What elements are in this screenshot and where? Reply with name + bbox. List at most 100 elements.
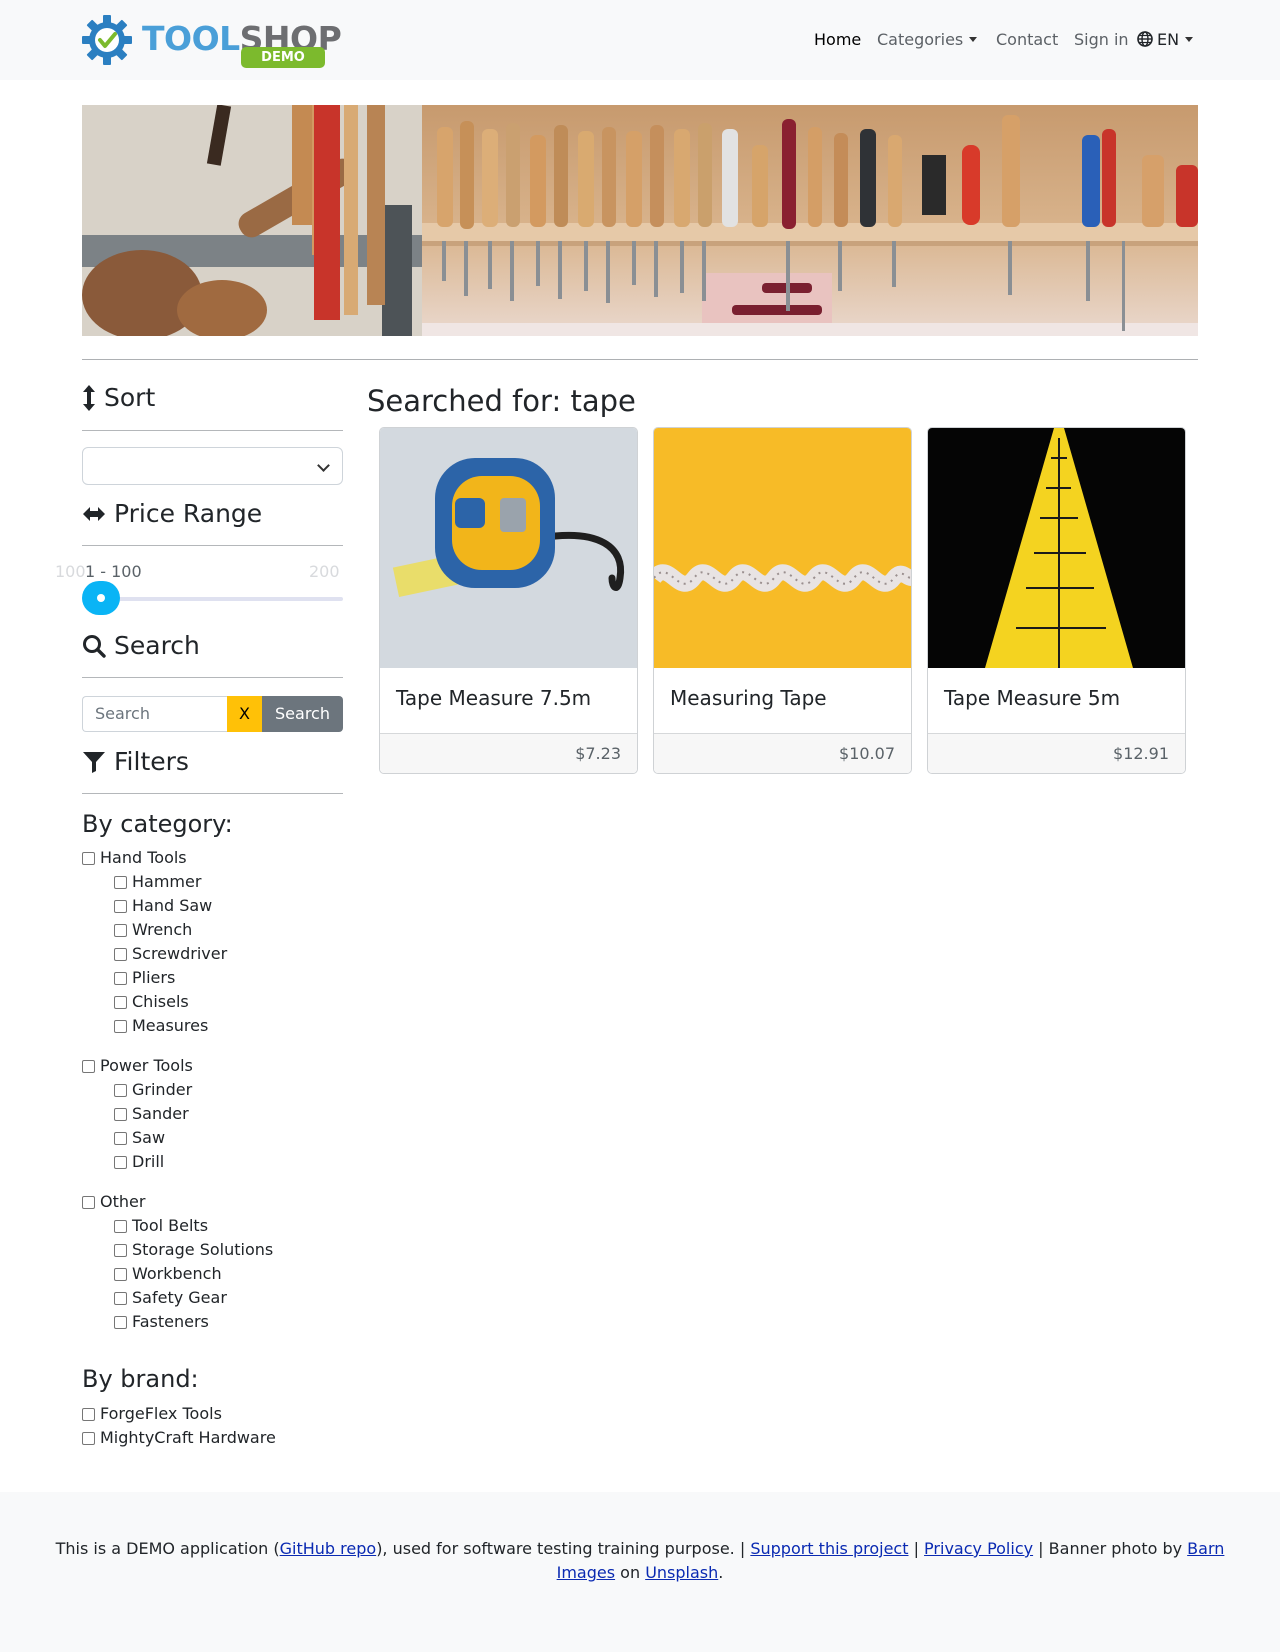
subcategory-label: Storage Solutions bbox=[132, 1240, 274, 1259]
price-slider-track[interactable] bbox=[82, 597, 343, 601]
subcategory-label: Fasteners bbox=[132, 1312, 209, 1331]
price-range-heading: Price Range bbox=[82, 499, 262, 529]
checkbox[interactable] bbox=[114, 1107, 127, 1121]
subcategory-checkbox-wrench[interactable]: Wrench bbox=[114, 919, 192, 941]
price-range-heading-label: Price Range bbox=[114, 499, 263, 528]
nav-home[interactable]: Home bbox=[814, 28, 861, 52]
product-title[interactable]: Tape Measure 7.5m bbox=[396, 685, 591, 711]
subcategory-checkbox-drill[interactable]: Drill bbox=[114, 1151, 164, 1173]
subcategory-label: Tool Belts bbox=[132, 1216, 209, 1235]
subcategory-checkbox-hand-saw[interactable]: Hand Saw bbox=[114, 895, 212, 917]
subcategory-checkbox-storage-solutions[interactable]: Storage Solutions bbox=[114, 1239, 273, 1261]
footer-text-4: on bbox=[615, 1563, 646, 1582]
subcategory-checkbox-measures[interactable]: Measures bbox=[114, 1015, 208, 1037]
checkbox[interactable] bbox=[114, 995, 127, 1009]
language-label: EN bbox=[1157, 30, 1180, 49]
subcategory-checkbox-grinder[interactable]: Grinder bbox=[114, 1079, 192, 1101]
language-dropdown[interactable]: EN bbox=[1137, 28, 1194, 52]
product-card[interactable]: Measuring Tape $10.07 bbox=[653, 427, 912, 774]
subcategory-checkbox-sander[interactable]: Sander bbox=[114, 1103, 189, 1125]
category-label: Hand Tools bbox=[100, 848, 187, 867]
category-checkbox-power-tools[interactable]: Power Tools bbox=[82, 1055, 193, 1077]
privacy-policy-link[interactable]: Privacy Policy bbox=[924, 1539, 1033, 1558]
nav-signin[interactable]: Sign in bbox=[1074, 28, 1129, 52]
github-repo-link[interactable]: GitHub repo bbox=[280, 1539, 377, 1558]
subcategory-checkbox-workbench[interactable]: Workbench bbox=[114, 1263, 222, 1285]
checkbox[interactable] bbox=[82, 1059, 95, 1073]
brand-logo[interactable]: TOOLSHOP DEMO bbox=[82, 12, 342, 68]
subcategory-checkbox-safety-gear[interactable]: Safety Gear bbox=[114, 1287, 227, 1309]
checkbox[interactable] bbox=[114, 1315, 127, 1329]
product-image bbox=[380, 428, 637, 668]
product-image bbox=[654, 428, 911, 668]
brand-part1: TOOL bbox=[142, 19, 240, 58]
subcategory-checkbox-fasteners[interactable]: Fasteners bbox=[114, 1311, 209, 1333]
checkbox[interactable] bbox=[114, 1131, 127, 1145]
checkbox[interactable] bbox=[114, 899, 127, 913]
search-submit-button[interactable]: Search bbox=[262, 696, 343, 732]
checkbox[interactable] bbox=[82, 1407, 95, 1421]
nav-categories-dropdown[interactable]: Categories bbox=[877, 28, 978, 52]
product-card-footer: $10.07 bbox=[654, 733, 911, 773]
unsplash-link[interactable]: Unsplash bbox=[645, 1563, 718, 1582]
filters-heading: Filters bbox=[82, 747, 189, 777]
subcategory-checkbox-chisels[interactable]: Chisels bbox=[114, 991, 189, 1013]
footer: This is a DEMO application (GitHub repo)… bbox=[0, 1492, 1280, 1652]
search-heading: Search bbox=[82, 631, 200, 661]
product-price: $7.23 bbox=[575, 744, 621, 763]
checkbox[interactable] bbox=[114, 1019, 127, 1033]
category-checkbox-other[interactable]: Other bbox=[82, 1191, 145, 1213]
subcategory-checkbox-tool-belts[interactable]: Tool Belts bbox=[114, 1215, 208, 1237]
price-slider-handle[interactable] bbox=[82, 581, 120, 615]
checkbox[interactable] bbox=[114, 1155, 127, 1169]
price-divider bbox=[82, 545, 343, 546]
category-checkbox-hand-tools[interactable]: Hand Tools bbox=[82, 847, 187, 869]
slider-handle-dot bbox=[97, 594, 105, 602]
search-clear-button[interactable]: X bbox=[227, 696, 262, 732]
search-results-heading: Searched for: tape bbox=[367, 384, 636, 418]
subcategory-checkbox-hammer[interactable]: Hammer bbox=[114, 871, 201, 893]
product-card[interactable]: Tape Measure 7.5m $7.23 bbox=[379, 427, 638, 774]
brand-checkbox-mightycraft[interactable]: MightyCraft Hardware bbox=[82, 1427, 276, 1449]
brand-label: ForgeFlex Tools bbox=[100, 1404, 222, 1423]
nav-contact[interactable]: Contact bbox=[996, 28, 1058, 52]
checkbox[interactable] bbox=[114, 875, 127, 889]
search-input[interactable]: Search bbox=[82, 696, 227, 732]
checkbox[interactable] bbox=[114, 923, 127, 937]
product-card-footer: $12.91 bbox=[928, 733, 1185, 773]
product-title[interactable]: Tape Measure 5m bbox=[944, 685, 1120, 711]
checkbox[interactable] bbox=[114, 1291, 127, 1305]
price-start-label: 100 bbox=[55, 562, 86, 581]
chevron-down-icon bbox=[1185, 37, 1194, 42]
checkbox[interactable] bbox=[82, 1431, 95, 1445]
price-max-label: 200 bbox=[309, 562, 340, 581]
checkbox[interactable] bbox=[114, 947, 127, 961]
brand-checkbox-forgeflex[interactable]: ForgeFlex Tools bbox=[82, 1403, 222, 1425]
checkbox[interactable] bbox=[114, 1219, 127, 1233]
horizontal-arrows-icon bbox=[83, 507, 105, 521]
support-project-link[interactable]: Support this project bbox=[750, 1539, 908, 1558]
subcategory-checkbox-screwdriver[interactable]: Screwdriver bbox=[114, 943, 227, 965]
footer-text-3: | Banner photo by bbox=[1033, 1539, 1188, 1558]
by-category-heading: By category: bbox=[82, 810, 233, 838]
tape-measure-image bbox=[380, 428, 637, 668]
subcategory-checkbox-pliers[interactable]: Pliers bbox=[114, 967, 175, 989]
search-heading-label: Search bbox=[114, 631, 200, 660]
section-divider bbox=[82, 359, 1198, 360]
subcategory-checkbox-saw[interactable]: Saw bbox=[114, 1127, 165, 1149]
product-card[interactable]: Tape Measure 5m $12.91 bbox=[927, 427, 1186, 774]
checkbox[interactable] bbox=[114, 971, 127, 985]
checkbox[interactable] bbox=[82, 1195, 95, 1209]
checkbox[interactable] bbox=[114, 1243, 127, 1257]
sort-select[interactable] bbox=[82, 447, 343, 485]
search-icon bbox=[83, 635, 106, 658]
sort-arrows-icon bbox=[83, 385, 95, 411]
checkbox[interactable] bbox=[114, 1267, 127, 1281]
checkbox[interactable] bbox=[82, 851, 95, 865]
footer-separator: | bbox=[908, 1539, 925, 1558]
product-image bbox=[928, 428, 1185, 668]
price-current-range: 1 - 100 bbox=[85, 562, 142, 581]
checkbox[interactable] bbox=[114, 1083, 127, 1097]
gear-check-icon bbox=[82, 15, 132, 65]
product-title[interactable]: Measuring Tape bbox=[670, 685, 827, 711]
